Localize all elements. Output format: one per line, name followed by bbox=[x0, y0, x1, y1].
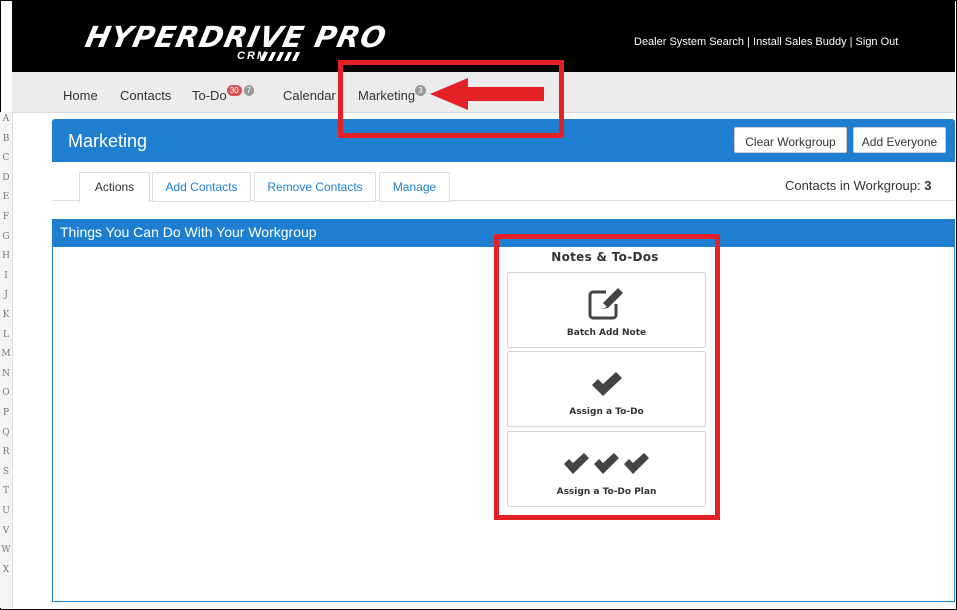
alpha-letter-v[interactable]: V bbox=[0, 526, 12, 536]
tab-actions[interactable]: Actions bbox=[79, 172, 150, 203]
nav-todo[interactable]: To-Do 30 7 bbox=[192, 85, 255, 103]
clear-workgroup-button[interactable]: Clear Workgroup bbox=[734, 127, 847, 153]
alpha-letter-u[interactable]: U bbox=[0, 506, 12, 516]
tab-manage[interactable]: Manage bbox=[379, 172, 450, 202]
alpha-letter-j[interactable]: J bbox=[0, 290, 12, 300]
nav-calendar[interactable]: Calendar bbox=[283, 88, 336, 103]
annotation-box-notes bbox=[494, 234, 720, 520]
alpha-letter-d[interactable]: D bbox=[0, 173, 12, 183]
annotation-arrow-icon bbox=[430, 78, 544, 110]
alpha-letter-g[interactable]: G bbox=[0, 232, 12, 242]
alpha-letter-q[interactable]: Q bbox=[0, 428, 12, 438]
logo-text: HYPERDRIVE PRO bbox=[82, 20, 391, 54]
alpha-letter-m[interactable]: M bbox=[0, 349, 12, 359]
workgroup-count-label: Contacts in Workgroup: bbox=[785, 178, 925, 193]
alpha-letter-a[interactable]: A bbox=[0, 114, 12, 124]
todo-count-badge: 7 bbox=[243, 85, 255, 96]
alpha-letter-w[interactable]: W bbox=[0, 545, 12, 555]
alpha-letter-n[interactable]: N bbox=[0, 369, 12, 379]
logo[interactable]: HYPERDRIVE PRO CRM bbox=[82, 20, 390, 62]
nav-contacts[interactable]: Contacts bbox=[120, 88, 171, 103]
todo-overdue-badge: 30 bbox=[226, 85, 242, 96]
workgroup-count-value: 3 bbox=[924, 178, 932, 193]
alpha-letter-l[interactable]: L bbox=[0, 330, 12, 340]
workgroup-count: Contacts in Workgroup: 3 bbox=[785, 178, 931, 193]
add-everyone-button[interactable]: Add Everyone bbox=[853, 127, 946, 153]
alpha-letter-p[interactable]: P bbox=[0, 408, 12, 418]
alpha-letter-h[interactable]: H bbox=[0, 251, 12, 261]
nav-todo-label: To-Do bbox=[192, 88, 227, 103]
alpha-letter-i[interactable]: I bbox=[0, 271, 12, 281]
alpha-letter-e[interactable]: E bbox=[0, 192, 12, 202]
alpha-letter-o[interactable]: O bbox=[0, 388, 12, 398]
alpha-letter-f[interactable]: F bbox=[0, 212, 12, 222]
alpha-letter-r[interactable]: R bbox=[0, 447, 12, 457]
alphabet-sidebar: ABCDEFGHIJKLMNOPQRSTUVWX bbox=[0, 112, 13, 608]
alpha-letter-x[interactable]: X bbox=[0, 565, 12, 575]
alpha-letter-k[interactable]: K bbox=[0, 310, 12, 320]
tab-add-contacts[interactable]: Add Contacts bbox=[152, 172, 251, 202]
checkered-flag-icon bbox=[259, 52, 305, 61]
tab-remove-contacts[interactable]: Remove Contacts bbox=[254, 172, 376, 202]
alpha-letter-s[interactable]: S bbox=[0, 467, 12, 477]
alpha-letter-t[interactable]: T bbox=[0, 486, 12, 496]
nav-home[interactable]: Home bbox=[63, 88, 98, 103]
top-links[interactable]: Dealer System Search | Install Sales Bud… bbox=[634, 36, 898, 48]
page-title: Marketing bbox=[68, 131, 148, 151]
alpha-letter-c[interactable]: C bbox=[0, 153, 12, 163]
panel-title: Things You Can Do With Your Workgroup bbox=[60, 224, 317, 240]
alpha-letter-b[interactable]: B bbox=[0, 134, 12, 144]
